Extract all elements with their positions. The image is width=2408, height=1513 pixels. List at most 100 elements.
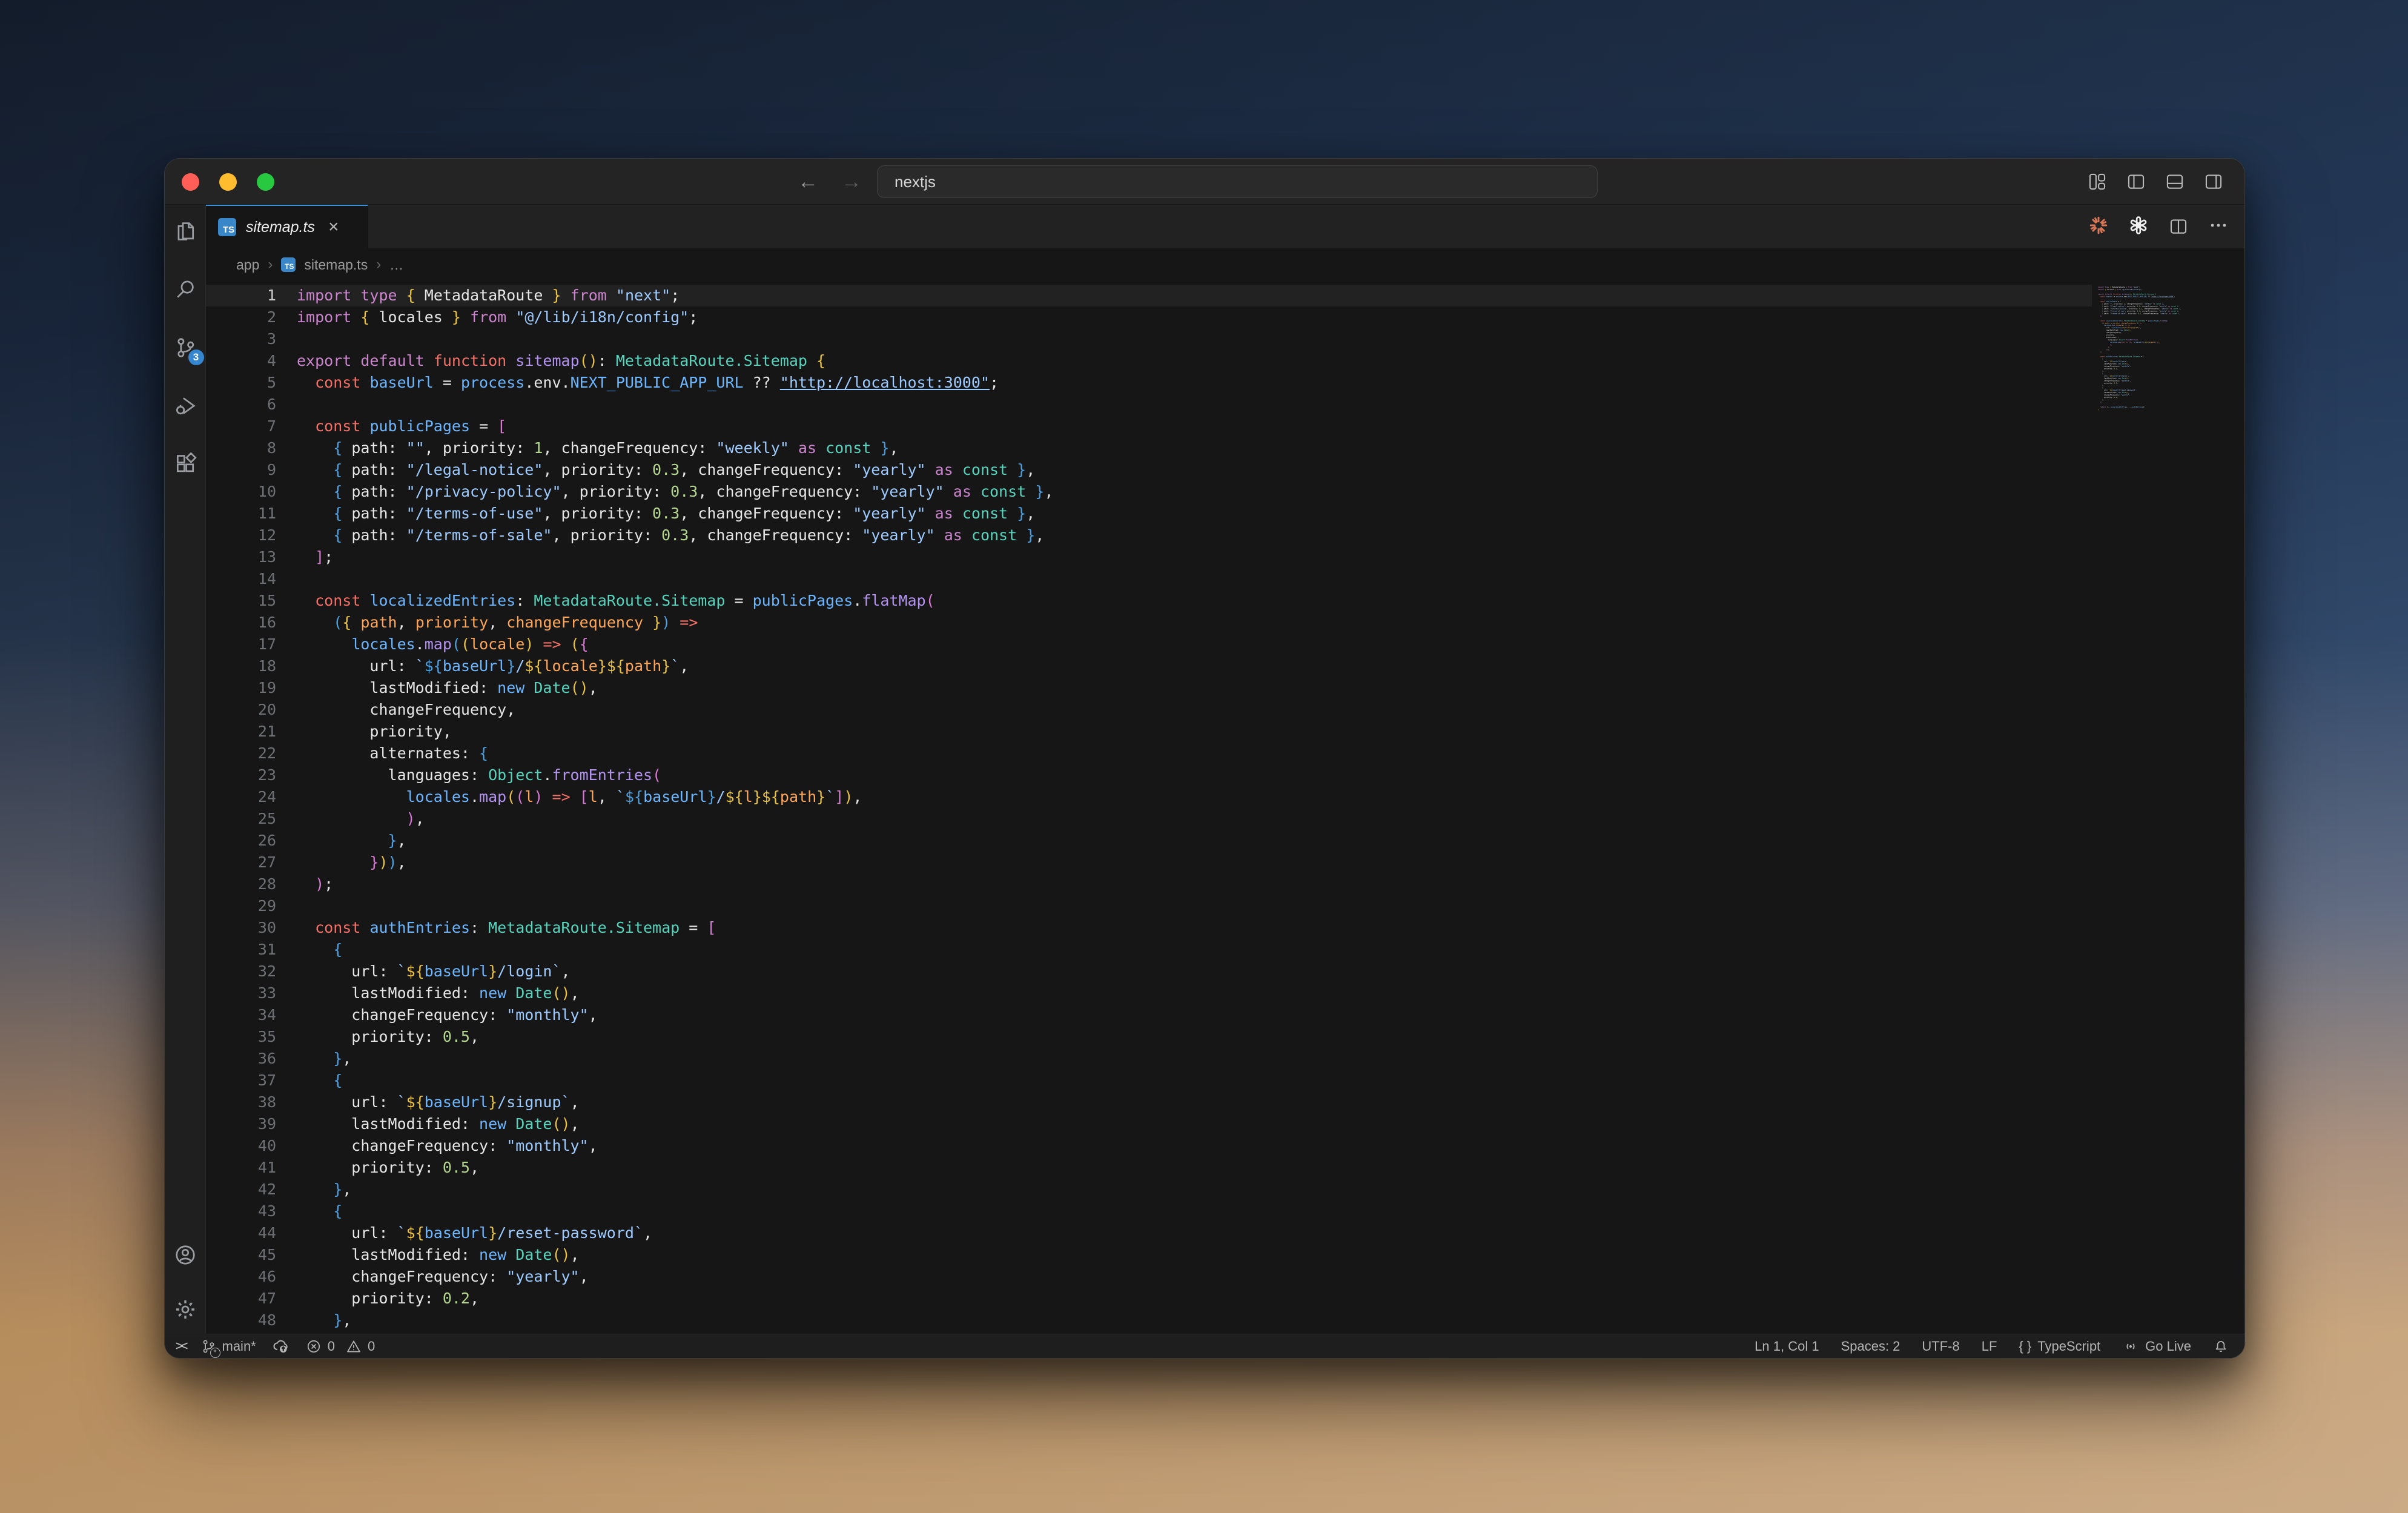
tab-close-icon[interactable]: ×	[328, 218, 339, 236]
code-line[interactable]: 37 {	[206, 1070, 2092, 1091]
line-number: 9	[266, 461, 276, 478]
go-live-button[interactable]: Go Live	[2122, 1338, 2191, 1355]
code-line[interactable]: 44 url: `${baseUrl}/reset-password`,	[206, 1222, 2092, 1244]
line-number: 1	[266, 286, 276, 304]
split-editor-icon[interactable]	[2168, 216, 2189, 237]
code-line[interactable]: 14	[206, 568, 2092, 590]
line-number: 28	[257, 875, 276, 893]
notifications-bell-icon[interactable]	[2213, 1339, 2229, 1354]
command-center-search[interactable]: nextjs	[877, 165, 1598, 198]
language-mode[interactable]: { } TypeScript	[2019, 1339, 2100, 1354]
code-line[interactable]: 13 ];	[206, 546, 2092, 568]
code-line[interactable]: 45 lastModified: new Date(),	[206, 1244, 2092, 1266]
line-number: 43	[257, 1202, 276, 1220]
code-line[interactable]: 29	[206, 895, 2092, 917]
code-line[interactable]: 26 },	[206, 830, 2092, 852]
code-line[interactable]: 42 },	[206, 1179, 2092, 1200]
remote-indicator-icon[interactable]: ><	[176, 1339, 188, 1354]
line-number: 15	[257, 592, 276, 609]
code-line[interactable]: 2 import { locales } from "@/lib/i18n/con…	[206, 306, 2092, 328]
code-line[interactable]: 22 alternates: {	[206, 743, 2092, 764]
source-control-icon[interactable]: 3	[172, 334, 204, 365]
code-line[interactable]: 7 const publicPages = [	[206, 415, 2092, 437]
code-line[interactable]: 30 const authEntries: MetadataRoute.Site…	[206, 917, 2092, 939]
code-line[interactable]: 27 })),	[206, 852, 2092, 873]
extensions-icon[interactable]	[172, 451, 199, 477]
claude-icon[interactable]	[2088, 215, 2109, 239]
toggle-primary-sidebar-icon[interactable]	[2126, 171, 2146, 192]
code-line[interactable]: 39 lastModified: new Date(),	[206, 1113, 2092, 1135]
file-encoding[interactable]: UTF-8	[1922, 1339, 1959, 1354]
code-line[interactable]: 16 ({ path, priority, changeFrequency })…	[206, 612, 2092, 634]
code-line[interactable]: 5 const baseUrl = process.env.NEXT_PUBLI…	[206, 372, 2092, 394]
code-line[interactable]: 32 url: `${baseUrl}/login`,	[206, 961, 2092, 982]
run-debug-icon[interactable]	[172, 392, 199, 419]
indentation-setting[interactable]: Spaces: 2	[1841, 1339, 1900, 1354]
explorer-icon[interactable]	[172, 218, 199, 245]
line-number: 47	[257, 1290, 276, 1307]
code-line[interactable]: 21 priority,	[206, 721, 2092, 743]
editor[interactable]: 1 import type { MetadataRoute } from "nex…	[206, 281, 2244, 1334]
code-line[interactable]: 12 { path: "/terms-of-sale", priority: 0…	[206, 525, 2092, 546]
code-line[interactable]: 3	[206, 328, 2092, 350]
code-line[interactable]: 19 lastModified: new Date(),	[206, 677, 2092, 699]
settings-gear-icon[interactable]	[172, 1296, 199, 1323]
code-line[interactable]: 8 { path: "", priority: 1, changeFrequen…	[206, 437, 2092, 459]
code-line[interactable]: 4 export default function sitemap(): Meta…	[206, 350, 2092, 372]
code-line[interactable]: 18 url: `${baseUrl}/${locale}${path}`,	[206, 655, 2092, 677]
search-icon[interactable]	[172, 276, 199, 303]
eol-setting[interactable]: LF	[1982, 1339, 1997, 1354]
tab-sitemap-ts[interactable]: TS sitemap.ts ×	[206, 205, 368, 248]
line-number: 14	[257, 570, 276, 588]
minimize-window-button[interactable]	[219, 173, 237, 191]
breadcrumb-symbol[interactable]: …	[389, 257, 403, 273]
code-line[interactable]: 48 },	[206, 1309, 2092, 1331]
openai-icon[interactable]	[2128, 215, 2149, 239]
problems-item[interactable]: 0 0	[306, 1339, 375, 1354]
line-number: 25	[257, 810, 276, 827]
code-line[interactable]: 9 { path: "/legal-notice", priority: 0.3…	[206, 459, 2092, 481]
code-line[interactable]: 28 );	[206, 873, 2092, 895]
line-number: 31	[257, 941, 276, 958]
code-line[interactable]: 36 },	[206, 1048, 2092, 1070]
code-line[interactable]: 23 languages: Object.fromEntries(	[206, 764, 2092, 786]
close-window-button[interactable]	[182, 173, 199, 191]
typescript-file-icon: TS	[218, 218, 236, 236]
git-branch-item[interactable]: * main*	[200, 1339, 256, 1358]
code-line[interactable]: 24 locales.map((l) => [l, `${baseUrl}/${…	[206, 786, 2092, 808]
code-line[interactable]: 34 changeFrequency: "monthly",	[206, 1004, 2092, 1026]
breadcrumb-folder[interactable]: app	[236, 257, 259, 273]
code-line[interactable]: 6	[206, 394, 2092, 415]
code-line[interactable]: 17 locales.map((locale) => ({	[206, 634, 2092, 655]
code-line[interactable]: 46 changeFrequency: "yearly",	[206, 1266, 2092, 1288]
code-line[interactable]: 33 lastModified: new Date(),	[206, 982, 2092, 1004]
code-line[interactable]: 10 { path: "/privacy-policy", priority: …	[206, 481, 2092, 503]
navigate-forward-icon[interactable]: →	[841, 170, 862, 194]
code-line[interactable]: 38 url: `${baseUrl}/signup`,	[206, 1091, 2092, 1113]
code-line[interactable]: 43 {	[206, 1200, 2092, 1222]
minimap[interactable]: import type { MetadataRoute } from "next…	[2092, 281, 2244, 1334]
breadcrumb-file[interactable]: sitemap.ts	[304, 257, 368, 273]
code-line[interactable]: 49 ];	[206, 1331, 2092, 1334]
activity-bar: 3	[165, 205, 206, 1334]
accounts-icon[interactable]	[172, 1242, 199, 1268]
code-line[interactable]: 15 const localizedEntries: MetadataRoute…	[206, 590, 2092, 612]
code-line[interactable]: 20 changeFrequency,	[206, 699, 2092, 721]
cursor-position[interactable]: Ln 1, Col 1	[1755, 1339, 1819, 1354]
customize-layout-icon[interactable]	[2087, 171, 2108, 192]
zoom-window-button[interactable]	[257, 173, 274, 191]
line-number: 12	[257, 526, 276, 544]
code-line[interactable]: 47 priority: 0.2,	[206, 1288, 2092, 1309]
code-line[interactable]: 1 import type { MetadataRoute } from "nex…	[206, 285, 2092, 306]
code-line[interactable]: 35 priority: 0.5,	[206, 1026, 2092, 1048]
code-line[interactable]: 41 priority: 0.5,	[206, 1157, 2092, 1179]
code-line[interactable]: 40 changeFrequency: "monthly",	[206, 1135, 2092, 1157]
code-line[interactable]: 25 ),	[206, 808, 2092, 830]
code-line[interactable]: 31 {	[206, 939, 2092, 961]
toggle-secondary-sidebar-icon[interactable]	[2203, 171, 2224, 192]
more-actions-icon[interactable]	[2208, 215, 2229, 239]
sync-changes-icon[interactable]	[272, 1337, 290, 1356]
navigate-back-icon[interactable]: ←	[798, 170, 818, 194]
toggle-panel-icon[interactable]	[2165, 171, 2185, 192]
code-line[interactable]: 11 { path: "/terms-of-use", priority: 0.…	[206, 503, 2092, 525]
